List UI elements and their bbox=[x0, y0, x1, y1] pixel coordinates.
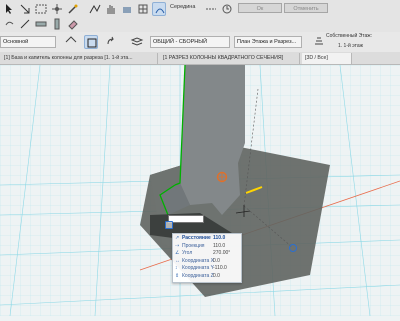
rect-icon[interactable] bbox=[84, 35, 98, 49]
y-coord-icon: ↕ bbox=[175, 265, 178, 271]
tracker-label: Координата Y bbox=[182, 265, 215, 271]
cancel-button[interactable]: Отменить bbox=[284, 3, 328, 13]
rotate-icon[interactable] bbox=[104, 35, 118, 49]
tracker-value[interactable]: 0.0 bbox=[213, 273, 220, 280]
layer-combo-value: Основной bbox=[3, 39, 29, 45]
tracker-label: Координата Z bbox=[182, 272, 214, 279]
tracker-value[interactable]: 110.0 bbox=[213, 235, 225, 242]
arc-icon[interactable] bbox=[152, 2, 166, 16]
tab-label: [3D / Все] bbox=[305, 55, 328, 61]
layer-combo[interactable]: Основной bbox=[0, 36, 56, 48]
view-combo-value: План Этажа и Разрез... bbox=[237, 39, 297, 45]
tracker-label: Координата X bbox=[182, 257, 215, 264]
angle-icon: ∠ bbox=[175, 250, 180, 256]
story-icon bbox=[314, 36, 328, 50]
view-tabs: [1] База и капитель колонны для разреза … bbox=[0, 52, 400, 65]
tab-label: [1] База и капитель колонны для разреза … bbox=[4, 55, 133, 61]
grid-icon[interactable] bbox=[136, 2, 150, 16]
x-coord-icon: ↔ bbox=[175, 257, 180, 264]
snap-icon[interactable] bbox=[50, 2, 64, 16]
hand-icon[interactable] bbox=[104, 2, 118, 16]
tab-section[interactable]: [1 РАЗРЕЗ КОЛОННЫ КВАДРАТНОГО СЕЧЕНИЯ] bbox=[160, 53, 300, 64]
tracker-row-z[interactable]: ⇕ Координата Z 0.0 bbox=[175, 273, 239, 280]
tracker-label: Угол bbox=[182, 250, 193, 256]
structure-combo-value: ОБЩИЙ - СБОРНЫЙ bbox=[153, 39, 208, 45]
ok-button[interactable]: Ок bbox=[238, 3, 282, 13]
tracker-row-angle[interactable]: ∠ Угол 270.00° bbox=[175, 250, 239, 257]
tracker-value[interactable]: 110.0 bbox=[213, 243, 225, 250]
coordinate-input[interactable] bbox=[168, 215, 204, 223]
wall-icon[interactable] bbox=[34, 17, 48, 31]
undo-icon[interactable] bbox=[2, 17, 16, 31]
tracker-row-y[interactable]: ↕ Координата Y -110.0 bbox=[175, 265, 239, 272]
z-coord-icon: ⇕ bbox=[175, 272, 180, 279]
tracker-row-x[interactable]: ↔ Координата X 0.0 bbox=[175, 258, 239, 265]
fill-icon[interactable] bbox=[120, 2, 134, 16]
clock-icon[interactable] bbox=[220, 2, 234, 16]
tracker-value[interactable]: 270.00° bbox=[213, 250, 230, 257]
tab-3d[interactable]: [3D / Все] bbox=[302, 53, 352, 64]
guide-icon[interactable] bbox=[204, 2, 218, 16]
pointer-icon[interactable] bbox=[2, 2, 16, 16]
arrow-icon[interactable] bbox=[18, 2, 32, 16]
tracker-row-distance[interactable]: ↗ Расстояние 110.0 bbox=[175, 235, 239, 242]
tab-label: [1 РАЗРЕЗ КОЛОННЫ КВАДРАТНОГО СЕЧЕНИЯ] bbox=[163, 55, 284, 61]
wand-icon[interactable] bbox=[66, 2, 80, 16]
layers-icon[interactable] bbox=[130, 35, 144, 49]
polyline-icon[interactable] bbox=[88, 2, 102, 16]
structure-combo[interactable]: ОБЩИЙ - СБОРНЫЙ bbox=[150, 36, 230, 48]
eraser-icon[interactable] bbox=[66, 17, 80, 31]
tab-floor-plan[interactable]: [1] База и капитель колонны для разреза … bbox=[0, 53, 158, 64]
tracker-label: Проекция bbox=[182, 242, 205, 249]
marquee-icon[interactable] bbox=[34, 2, 48, 16]
tracker-label: Расстояние bbox=[182, 235, 211, 241]
arc-mode-label: Середина bbox=[170, 4, 196, 10]
projection-icon: ⇢ bbox=[175, 242, 180, 249]
story-value[interactable]: 1. 1-й этаж bbox=[338, 43, 363, 49]
cursor-marker-icon bbox=[165, 221, 173, 229]
tracker-value[interactable]: 0.0 bbox=[213, 258, 220, 265]
main-toolbar: Середина Ок Отменить bbox=[0, 0, 400, 33]
distance-icon: ↗ bbox=[175, 235, 180, 241]
column-body bbox=[180, 65, 245, 215]
info-box-toolbar: Основной ОБЩИЙ - СБОРНЫЙ План Этажа и Ра… bbox=[0, 32, 400, 53]
line-icon[interactable] bbox=[18, 17, 32, 31]
view-combo[interactable]: План Этажа и Разрез... bbox=[234, 36, 302, 48]
tracker-panel: ↗ Расстояние 110.0 ⇢ Проекция 110.0 ∠ Уг… bbox=[172, 233, 242, 283]
wall-flip-icon[interactable] bbox=[64, 35, 78, 49]
tracker-value[interactable]: -110.0 bbox=[213, 265, 227, 272]
tracker-row-projection[interactable]: ⇢ Проекция 110.0 bbox=[175, 243, 239, 250]
column-icon[interactable] bbox=[50, 17, 64, 31]
story-label: Собственный Этаж: bbox=[326, 33, 373, 39]
